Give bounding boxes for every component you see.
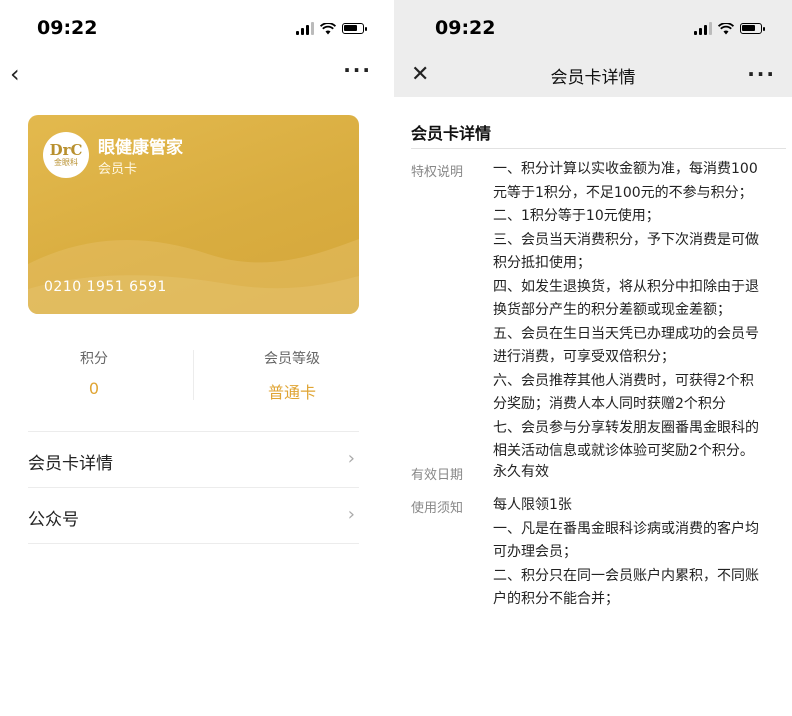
privilege-line: 元等于1积分，不足100元的不参与积分； [493,184,753,201]
card-brand-name: 眼健康管家 [98,138,183,158]
screen-gap [386,0,394,716]
privilege-line: 一、积分计算以实收金额为准，每消费100 [493,161,758,177]
level-value: 普通卡 [267,383,316,402]
notice-key: 使用须知 [411,501,464,516]
list-item-official-account[interactable]: 公众号 › [28,487,359,543]
card-details-screen: 09:22 ✕ 会员卡详情 ··· 会员卡详情 特权说明 一、积分计算以实收金额… [394,0,792,716]
privilege-line: 二、1积分等于10元使用； [493,208,660,224]
wifi-icon [718,22,734,34]
logo-mark: DrC [49,140,83,159]
status-time: 09:22 [435,17,496,39]
notice-line: 一、凡是在番禺金眼科诊病或消费的客户均 [493,520,759,537]
list-divider [28,543,359,544]
validity-value: 永久有效 [493,461,766,485]
nav-bar: ‹ ··· [0,58,386,92]
status-icons [694,22,765,35]
chevron-right-icon: › [347,504,355,525]
points-label: 积分 [80,351,108,367]
header: 09:22 ✕ 会员卡详情 ··· [394,0,792,97]
page-title: 会员卡详情 [550,68,636,88]
membership-card-screen: 09:22 ‹ ··· DrC 金眼科 眼健康管家 会员卡 0210 1951 [0,0,386,716]
privilege-line: 五、会员在生日当天凭已办理成功的会员号 [493,325,759,342]
back-button[interactable]: ‹ [10,60,20,88]
privilege-line: 换货部分产生的积分差额或现金差额； [493,302,731,318]
card-wave-decoration [28,239,359,314]
wifi-icon [320,22,336,34]
logo-text: 金眼科 [54,157,78,167]
list-item-label: 公众号 [28,510,79,530]
validity-text: 永久有效 [493,464,549,480]
status-time: 09:22 [37,17,98,39]
list-item-card-details[interactable]: 会员卡详情 › [28,431,359,487]
privilege-line: 相关活动信息或就诊体验可奖励2个积分。 [493,443,754,459]
card-type-label: 会员卡 [98,162,138,177]
notice-text: 每人限领1张 一、凡是在番禺金眼科诊病或消费的客户均 可办理会员； 二、积分只在… [493,494,766,612]
privilege-text: 一、积分计算以实收金额为准，每消费100 元等于1积分，不足100元的不参与积分… [493,158,766,464]
status-bar: 09:22 [0,0,386,58]
notice-line: 可办理会员； [493,544,577,560]
signal-icon [694,22,712,35]
notice-line: 每人限领1张 [493,497,572,513]
notice-line: 二、积分只在同一会员账户内累积，不同账 [493,567,759,584]
points-stat[interactable]: 积分 0 [14,348,174,398]
more-options-button[interactable]: ··· [343,58,372,82]
level-stat[interactable]: 会员等级 普通卡 [212,348,372,403]
card-number: 0210 1951 6591 [44,279,167,295]
battery-icon [740,23,765,34]
battery-icon [342,23,367,34]
section-divider [411,148,786,149]
privilege-line: 六、会员推荐其他人消费时，可获得2个积 [493,372,754,389]
privilege-key: 特权说明 [411,165,464,180]
section-title: 会员卡详情 [411,124,492,143]
points-value: 0 [88,379,100,398]
membership-card[interactable]: DrC 金眼科 眼健康管家 会员卡 0210 1951 6591 [28,115,359,314]
more-options-button[interactable]: ··· [747,62,776,86]
clinic-logo: DrC 金眼科 [43,132,89,178]
privilege-line: 四、如发生退换货，将从积分中扣除由于退 [493,278,759,295]
chevron-right-icon: › [347,448,355,469]
stats-divider [193,350,194,400]
privilege-line: 七、会员参与分享转发朋友圈番禺金眼科的 [493,419,759,436]
validity-key: 有效日期 [411,468,464,483]
list-item-label: 会员卡详情 [28,454,113,474]
status-icons [296,22,367,35]
privilege-line: 分奖励；消费人本人同时获赠2个积分 [493,396,726,412]
privilege-line: 积分抵扣使用； [493,255,591,271]
privilege-line: 三、会员当天消费积分，予下次消费是可做 [493,231,759,248]
notice-line: 户的积分不能合并； [493,591,619,607]
privilege-line: 进行消费，可享受双倍积分； [493,349,675,365]
signal-icon [296,22,314,35]
level-label: 会员等级 [264,351,320,367]
